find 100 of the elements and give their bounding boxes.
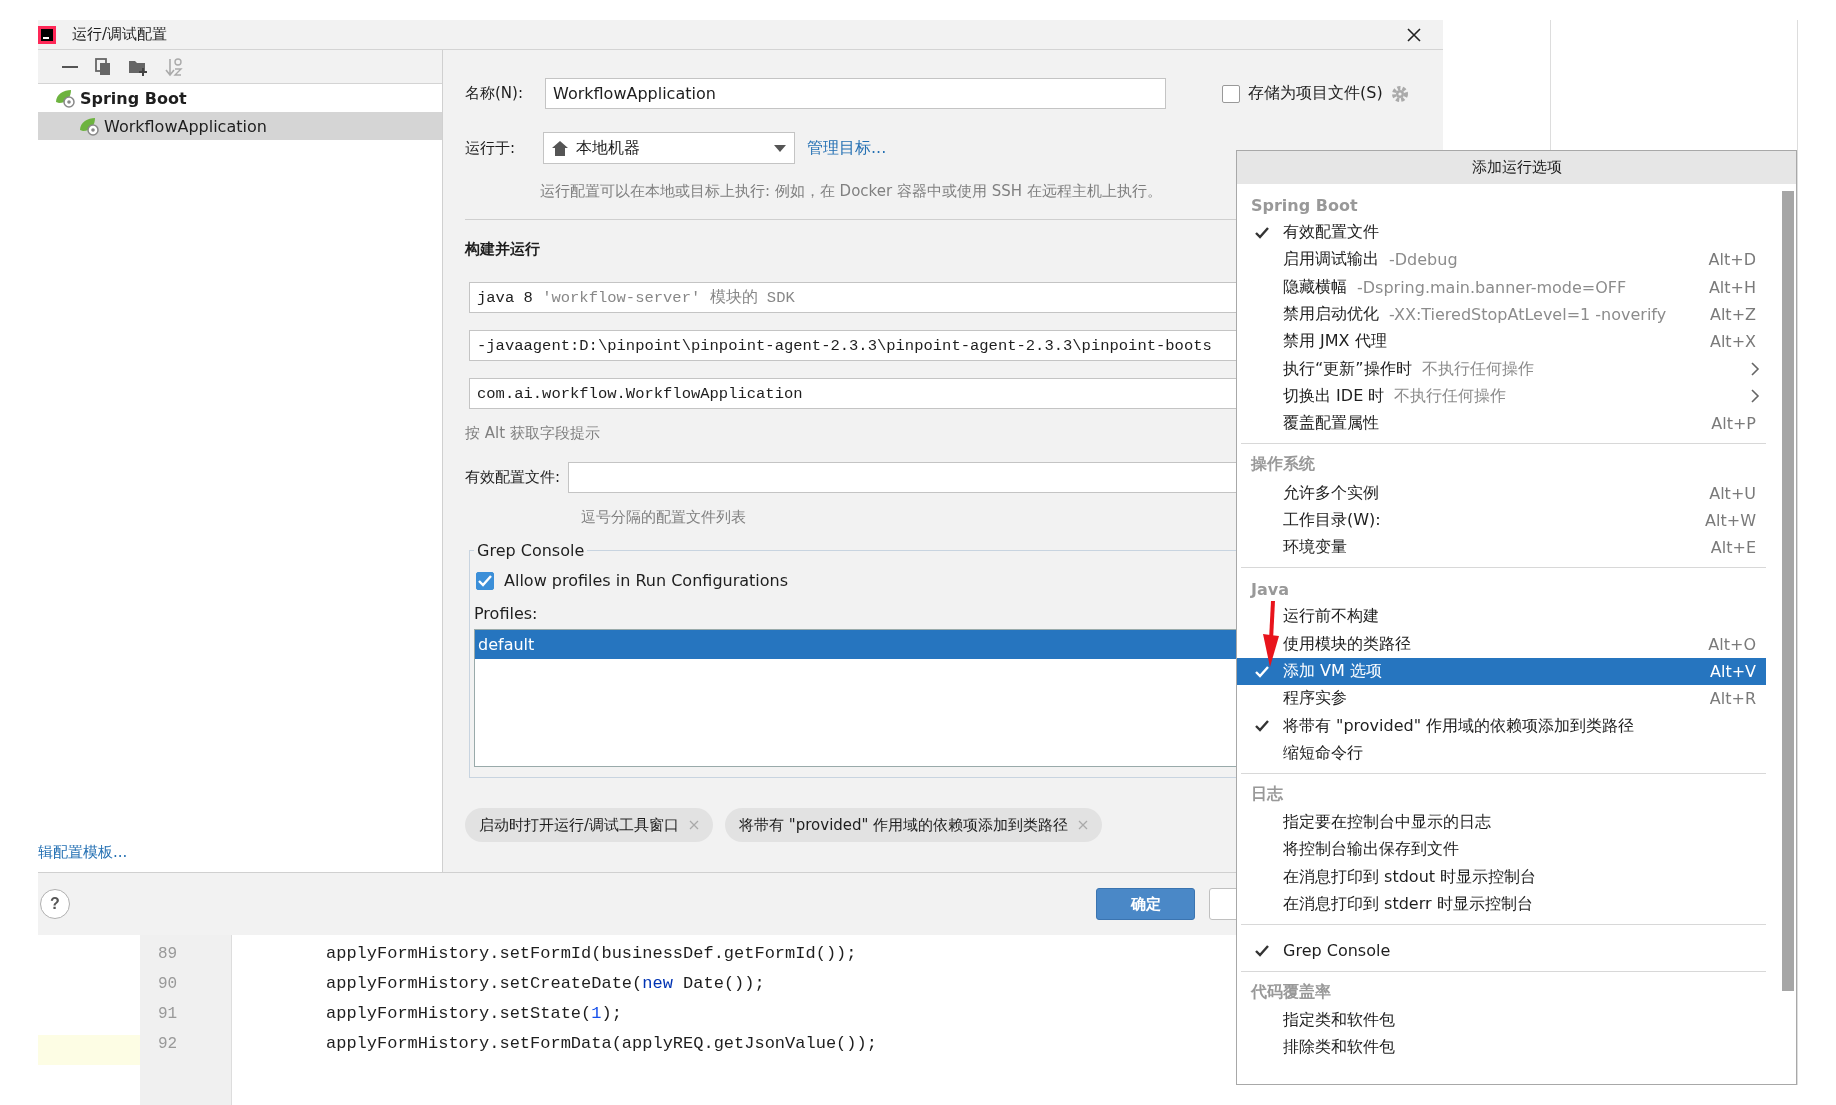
menu-item-label: 禁用 JMX 代理 — [1283, 331, 1387, 353]
menu-item[interactable]: 在消息打印到 stdout 时显示控制台 — [1237, 863, 1766, 891]
name-field[interactable]: WorkflowApplication — [545, 78, 1166, 109]
menu-item-label: 使用模块的类路径 — [1283, 633, 1411, 655]
menu-item[interactable]: 指定要在控制台中显示的日志 — [1237, 809, 1766, 837]
menu-item[interactable]: 覆盖配置属性 Alt+P — [1237, 410, 1766, 438]
shortcut: Alt+O — [1708, 634, 1756, 654]
menu-item[interactable]: 在消息打印到 stderr 时显示控制台 — [1237, 890, 1766, 919]
menu-item[interactable]: 执行“更新”操作时 不执行任何操作 — [1237, 355, 1766, 383]
check-icon — [477, 573, 493, 588]
option-chip[interactable]: 将带有 "provided" 作用域的依赖项添加到类路径 — [725, 808, 1103, 842]
spring-leaf-icon — [54, 88, 76, 108]
menu-item-label: 将控制台输出保存到文件 — [1283, 839, 1459, 861]
menu-item-label: 禁用启动优化 — [1283, 304, 1379, 326]
code-line: applyFormHistory.setCreateDate(new Date()); — [326, 973, 766, 995]
gear-icon[interactable] — [1390, 84, 1409, 103]
menu-item[interactable]: 程序实参 Alt+R — [1237, 685, 1766, 713]
menu-item[interactable]: Grep Console — [1237, 937, 1766, 965]
spring-leaf-icon — [78, 116, 100, 136]
option-chip[interactable]: 启动时打开运行/调试工具窗口 — [465, 808, 714, 842]
check-icon — [1254, 225, 1270, 240]
copy-icon[interactable] — [95, 57, 111, 76]
chevron-right-icon — [1750, 361, 1760, 378]
menu-item-label: 隐藏横幅 — [1283, 276, 1347, 298]
code-line: applyFormHistory.setFormData(applyREQ.getJsonValue()); — [326, 1033, 878, 1055]
close-icon[interactable] — [1407, 27, 1421, 42]
menu-item[interactable]: 有效配置文件 — [1237, 219, 1766, 247]
menu-item[interactable]: 排除类和软件包 — [1237, 1033, 1766, 1062]
menu-item[interactable]: 工作目录(W): Alt+W — [1237, 506, 1766, 534]
manage-targets-link[interactable]: 管理目标... — [807, 137, 887, 159]
menu-item-hint: -XX:TieredStopAtLevel=1 -noverify — [1389, 305, 1667, 325]
run-on-label: 运行于: — [465, 138, 517, 158]
menu-item-label: 缩短命令行 — [1283, 742, 1363, 764]
checkbox[interactable] — [1222, 84, 1240, 103]
tree-item[interactable]: WorkflowApplication — [38, 112, 442, 140]
checkbox-label: Allow profiles in Run Configurations — [504, 571, 789, 590]
tree-item[interactable]: Spring Boot — [38, 84, 442, 112]
caret-icon — [774, 144, 786, 152]
edit-templates-link[interactable]: 辑配置模板... — [38, 843, 128, 872]
target-dropdown[interactable]: 本地机器 — [543, 132, 795, 164]
shortcut: Alt+E — [1710, 538, 1756, 558]
check-icon — [1254, 719, 1270, 734]
menu-item-label: 将带有 "provided" 作用域的依赖项添加到类路径 — [1283, 715, 1635, 737]
profiles-hint: 逗号分隔的配置文件列表 — [581, 508, 746, 527]
menu-item-label: 执行“更新”操作时 — [1283, 358, 1412, 380]
ok-button[interactable]: 确定 — [1096, 888, 1195, 920]
shortcut: Alt+R — [1709, 689, 1756, 709]
annotation-arrow — [1262, 600, 1280, 668]
menu-item-label: 在消息打印到 stderr 时显示控制台 — [1283, 894, 1533, 916]
home-icon — [552, 140, 568, 156]
menu-item-label: Grep Console — [1283, 941, 1391, 961]
menu-item[interactable]: 缩短命令行 — [1237, 739, 1766, 768]
help-button[interactable]: ? — [40, 889, 70, 919]
menu-item[interactable]: 切换出 IDE 时 不执行任何操作 — [1237, 382, 1766, 411]
menu-item-label: 指定类和软件包 — [1283, 1009, 1395, 1031]
menu-item[interactable]: 使用模块的类路径 Alt+O — [1237, 630, 1766, 658]
check-icon — [1254, 943, 1270, 958]
menu-item-label: 排除类和软件包 — [1283, 1036, 1395, 1058]
sort-icon[interactable] — [165, 56, 183, 77]
menu-item-label: 运行前不构建 — [1283, 606, 1379, 628]
chevron-right-icon — [1750, 388, 1760, 405]
menu-item[interactable]: 隐藏横幅 -Dspring.main.banner-mode=OFF Alt+H — [1237, 273, 1766, 301]
menu-item[interactable]: 指定类和软件包 — [1237, 1006, 1766, 1034]
menu-item-label: 切换出 IDE 时 — [1283, 385, 1385, 407]
menu-item[interactable]: 启用调试输出 -Ddebug Alt+D — [1237, 246, 1766, 274]
checkbox[interactable] — [476, 571, 494, 590]
menu-item[interactable]: 运行前不构建 — [1237, 603, 1766, 631]
line-number: 89 — [157, 944, 179, 965]
menu-section-header: Java — [1249, 579, 1290, 600]
shortcut: Alt+P — [1711, 414, 1756, 434]
menu-item[interactable]: 将带有 "provided" 作用域的依赖项添加到类路径 — [1237, 712, 1766, 740]
menu-item-hint: -Dspring.main.banner-mode=OFF — [1357, 277, 1627, 297]
menu-section-header: 操作系统 — [1249, 453, 1316, 476]
menu-section-header: 代码覆盖率 — [1249, 980, 1332, 1003]
menu-item[interactable]: 将控制台输出保存到文件 — [1237, 836, 1766, 864]
menu-section-header: 日志 — [1250, 783, 1284, 806]
menu-item-label: 有效配置文件 — [1283, 222, 1379, 244]
menu-item[interactable]: 添加 VM 选项 Alt+V — [1237, 657, 1766, 686]
menu-item[interactable]: 允许多个实例 Alt+U — [1237, 479, 1766, 507]
menu-item-hint: 不执行任何操作 — [1394, 385, 1507, 407]
line-number: 90 — [157, 974, 179, 995]
shortcut: Alt+V — [1710, 662, 1756, 681]
menu-item-label: 工作目录(W): — [1283, 509, 1381, 531]
checkbox-label: 存储为项目文件(S) — [1248, 83, 1383, 104]
section-title: 构建并运行 — [465, 240, 540, 259]
run-on-hint: 运行配置可以在本地或目标上执行: 例如，在 Docker 容器中或使用 SSH 在远程主机上执行。 — [540, 182, 1162, 201]
menu-item-label: 添加 VM 选项 — [1283, 661, 1382, 682]
menu-item[interactable]: 禁用 JMX 代理 Alt+X — [1237, 328, 1766, 356]
menu-section-header: Spring Boot — [1250, 195, 1359, 215]
menu-item-label: 程序实参 — [1283, 688, 1347, 710]
popup-title: 添加运行选项 — [1237, 151, 1796, 184]
menu-item[interactable]: 禁用启动优化 -XX:TieredStopAtLevel=1 -noverify Alt+Z — [1237, 300, 1766, 329]
line-number: 91 — [157, 1004, 179, 1025]
menu-item[interactable]: 环境变量 Alt+E — [1237, 533, 1766, 562]
menu-item-hint: -Ddebug — [1389, 250, 1458, 270]
line-number: 92 — [157, 1034, 179, 1055]
check-icon — [1254, 664, 1270, 679]
menu-item-label: 允许多个实例 — [1283, 482, 1379, 504]
shortcut: Alt+D — [1708, 250, 1756, 270]
scrollbar[interactable] — [1782, 191, 1794, 991]
